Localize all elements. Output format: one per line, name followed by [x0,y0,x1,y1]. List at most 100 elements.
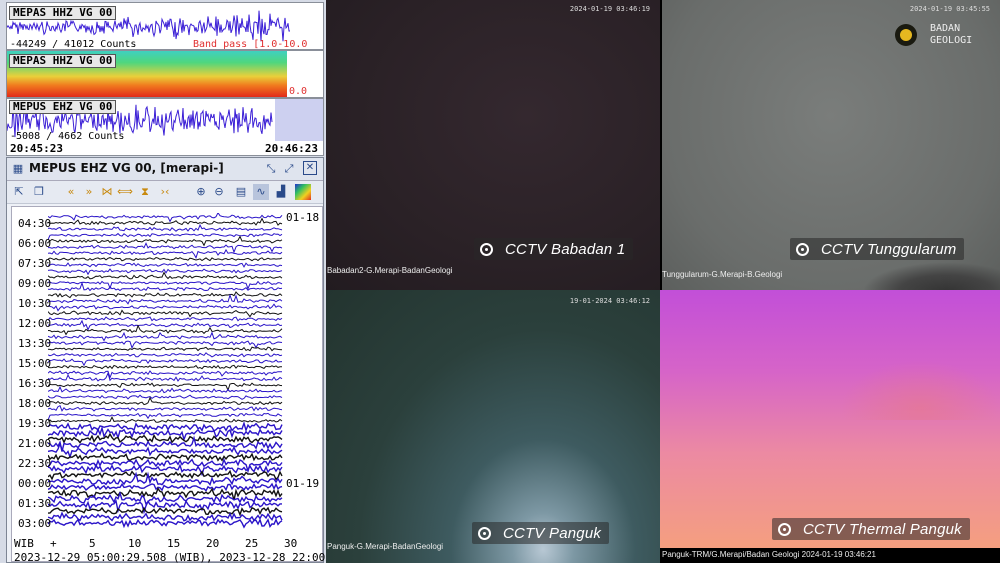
helicorder-titlebar: ▦ MEPUS EHZ VG 00, [merapi-] ⤡ ⤢ ✕ [7,158,323,181]
close-icon[interactable]: ✕ [303,161,317,175]
helicorder-row-label: 06:00 [18,237,52,250]
camera-panguk[interactable]: 19-01-2024 03:46:12 CCTV Panguk Panguk-G… [326,290,660,563]
shrink-icon[interactable]: ›‹ [157,184,173,200]
date-marker-mid: 01-19 [286,477,320,490]
app-icon: ▦ [12,162,24,175]
zoom-in-icon[interactable]: ⊕ [193,184,209,200]
screenshot-icon[interactable]: ▤ [233,184,249,200]
helicorder-line [48,324,283,336]
camera-tunggularum[interactable]: 2024-01-19 03:45:55 BADAN GEOLOGI CCTV T… [662,0,1000,290]
trace-time-start: 20:45:23 [10,142,63,155]
helicorder-row-label: 00:00 [18,477,52,490]
helicorder-line [48,316,283,322]
helicorder-row-label: 16:30 [18,377,52,390]
helicorder-x-tick: 25 [245,537,259,550]
logo-text-line-2: GEOLOGI [930,35,973,46]
helicorder-line [48,506,283,517]
badan-geologi-logo [894,22,918,48]
helicorder-line [48,416,283,424]
helicorder-line [48,452,283,462]
helicorder-line [48,412,283,421]
helicorder-row-label: 18:00 [18,397,52,410]
camera-panguk-badge: CCTV Panguk [472,522,610,544]
copy-icon[interactable]: ❐ [31,184,47,200]
helicorder-line [48,232,283,240]
forward-fast-icon[interactable]: » [81,184,97,200]
seismic-panel: MEPAS HHZ VG 00 -44249 / 41012 Counts Ba… [0,0,326,563]
trace-counts-1: -44249 / 41012 Counts [10,39,137,50]
helicorder-line [48,405,283,412]
helicorder-status: 2023-12-29 05:00:29.508 (WIB), 2023-12-2… [14,551,326,563]
helicorder-line [48,421,283,433]
helicorder-line [48,271,283,280]
helicorder-line [48,340,283,350]
helicorder-line [48,517,283,529]
camera-babadan-source: Babadan2-G.Merapi-BadanGeologi [327,266,453,275]
camera-thermal-name: CCTV Thermal Panguk [803,520,962,538]
helicorder-line [48,223,283,232]
export-icon[interactable]: ⇱ [11,184,27,200]
compress-time-icon[interactable]: ⋈ [99,184,115,200]
zoom-out-icon[interactable]: ⊖ [211,184,227,200]
camera-panguk-source: Panguk-G.Merapi-BadanGeologi [327,542,444,551]
helicorder-row-label: 12:00 [18,317,52,330]
helicorder-row-label: 04:30 [18,217,52,230]
helicorder-line [48,291,283,299]
camera-babadan[interactable]: 2024-01-19 03:46:19 CCTV Babadan 1 Babad… [326,0,660,290]
helicorder-row-label: 21:00 [18,437,52,450]
expand-time-icon[interactable]: ⟺ [117,184,133,200]
helicorder-line [48,242,283,254]
rewind-fast-icon[interactable]: « [63,184,79,200]
helicorder-line [48,331,283,342]
camera-babadan-badge: CCTV Babadan 1 [474,238,634,260]
helicorder-toolbar: ⇱ ❐ « » ⋈ ⟺ ⧗ ›‹ ⊕ ⊖ ▤ ∿ ▟ [7,181,323,204]
trace-label-3: MEPUS EHZ VG 00 [9,100,117,114]
camera-babadan-timestamp: 2024-01-19 03:46:19 [569,5,650,13]
minimize-icon[interactable]: ⤡ [263,161,279,177]
trace-panel-3[interactable]: MEPUS EHZ VG 00 -5008 / 4662 Counts 20:4… [6,98,324,156]
camera-tunggularum-timestamp: 2024-01-19 03:45:55 [909,5,990,13]
trace-panel-1[interactable]: MEPAS HHZ VG 00 -44249 / 41012 Counts Ba… [6,2,324,50]
spectra-icon[interactable]: ▟ [273,184,289,200]
helicorder-row-label: 13:30 [18,337,52,350]
camera-icon [480,242,493,256]
logo-text-line-1: BADAN [930,23,961,34]
thermal-ridge [840,360,1000,420]
spectrogram-icon[interactable] [295,184,311,200]
camera-icon [796,242,809,256]
helicorder-line [48,235,283,247]
waveform-icon[interactable]: ∿ [253,184,269,200]
helicorder-line [48,346,283,352]
helicorder-traces [48,213,283,529]
trace-bandpass-2: 0.0 Hz] [289,86,308,97]
helicorder-line [48,352,283,358]
helicorder-x-tick: 15 [167,537,181,550]
camera-tunggularum-name: CCTV Tunggularum [821,240,957,258]
helicorder-line [48,364,283,370]
trace-label-1: MEPAS HHZ VG 00 [9,6,117,20]
helicorder-line [48,293,283,305]
spectrogram-panel[interactable]: MEPAS HHZ VG 00 0.0 Hz] [6,50,324,98]
hourglass-icon[interactable]: ⧗ [137,184,153,200]
helicorder-x-tick: 30 [284,537,298,550]
helicorder-plot[interactable]: 04:30 06:00 07:30 09:00 10:30 12:00 13:30 15:00… [11,206,326,563]
helicorder-line [48,303,283,312]
helicorder-line [48,394,283,400]
helicorder-line [48,370,282,379]
helicorder-row-label: 01:30 [18,497,52,510]
date-marker-top: 01-18 [286,211,320,224]
helicorder-line [48,432,283,445]
camera-thermal-badge: CCTV Thermal Panguk [772,518,970,540]
helicorder-line [48,262,283,268]
helicorder-row-label: 22:30 [18,457,52,470]
tree-silhouette [862,262,1000,290]
camera-tunggularum-source: Tunggularum-G.Merapi-B.Geologi [662,270,783,279]
maximize-icon[interactable]: ⤢ [281,161,297,177]
helicorder-x-tick: + [50,537,57,550]
camera-panguk-timestamp: 19-01-2024 03:46:12 [569,297,650,305]
helicorder-line [48,217,283,226]
camera-thermal-panguk[interactable]: CCTV Thermal Panguk Panguk-TRM/G.Merapi/… [660,290,1000,563]
helicorder-line [48,382,283,392]
helicorder-x-tick: 5 [89,537,96,550]
helicorder-row-label: 15:00 [18,357,52,370]
